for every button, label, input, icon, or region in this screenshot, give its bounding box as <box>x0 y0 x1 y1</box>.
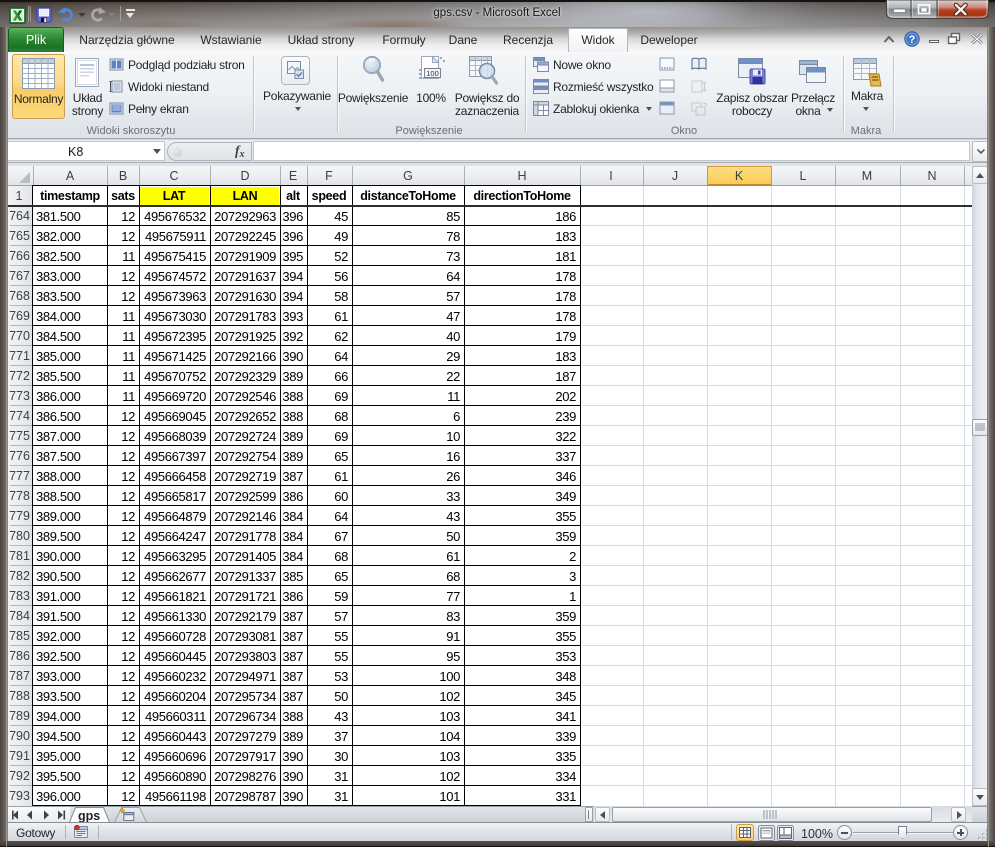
svg-text:?: ? <box>909 34 916 46</box>
svg-text:100: 100 <box>426 69 439 78</box>
